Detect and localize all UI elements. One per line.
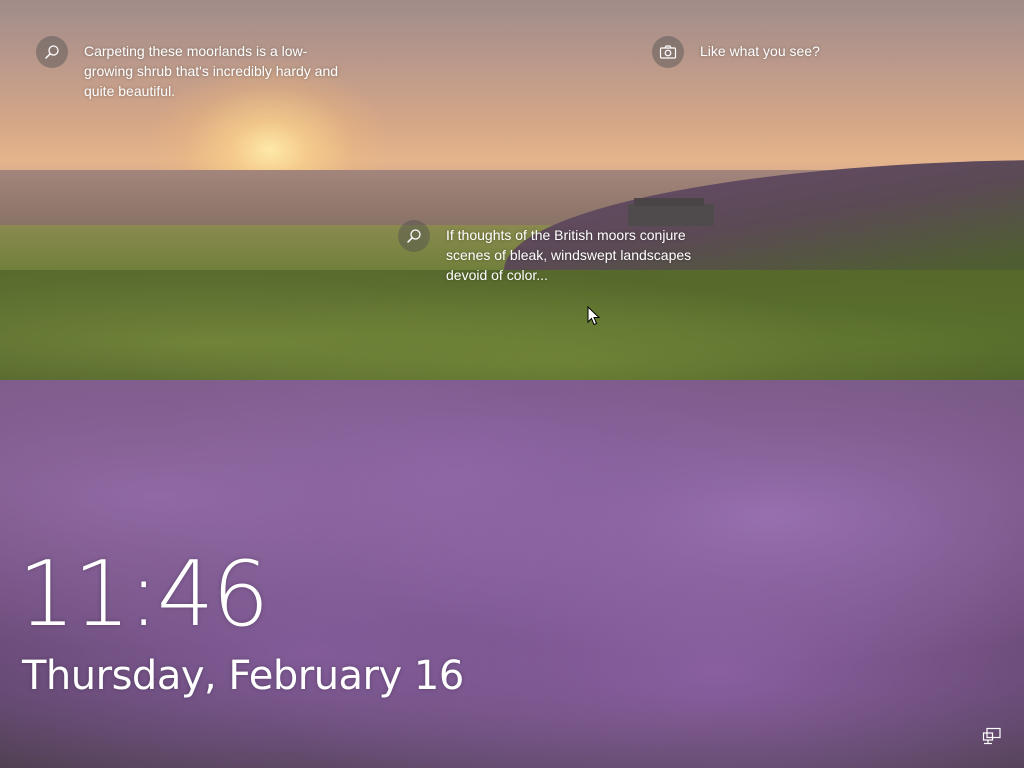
hint-line: growing shrub that's incredibly hardy an… [84,63,339,79]
network-icon[interactable] [982,727,1002,745]
camera-icon[interactable] [652,36,684,68]
hint-line: scenes of bleak, windswept landscapes [446,247,692,263]
magnifier-icon[interactable] [36,36,68,68]
hint-line: Carpeting these moorlands is a low- [84,43,308,59]
lock-screen-time: 11:46 [18,542,269,647]
hint-line: quite beautiful. [84,83,176,99]
prompt-text: Like what you see? [700,43,820,59]
lock-screen-date: Thursday, February 16 [22,653,464,699]
hint-line: devoid of color... [446,267,548,283]
magnifier-icon[interactable] [398,220,430,252]
like-what-you-see-prompt[interactable]: Like what you see? [700,41,900,61]
mouse-cursor-icon [587,305,601,326]
hint-line: If thoughts of the British moors conjure [446,227,686,243]
manor-house [628,198,714,226]
spotlight-hint-moors[interactable]: If thoughts of the British moors conjure… [446,225,746,285]
spotlight-hint-heather[interactable]: Carpeting these moorlands is a low- grow… [84,41,384,101]
